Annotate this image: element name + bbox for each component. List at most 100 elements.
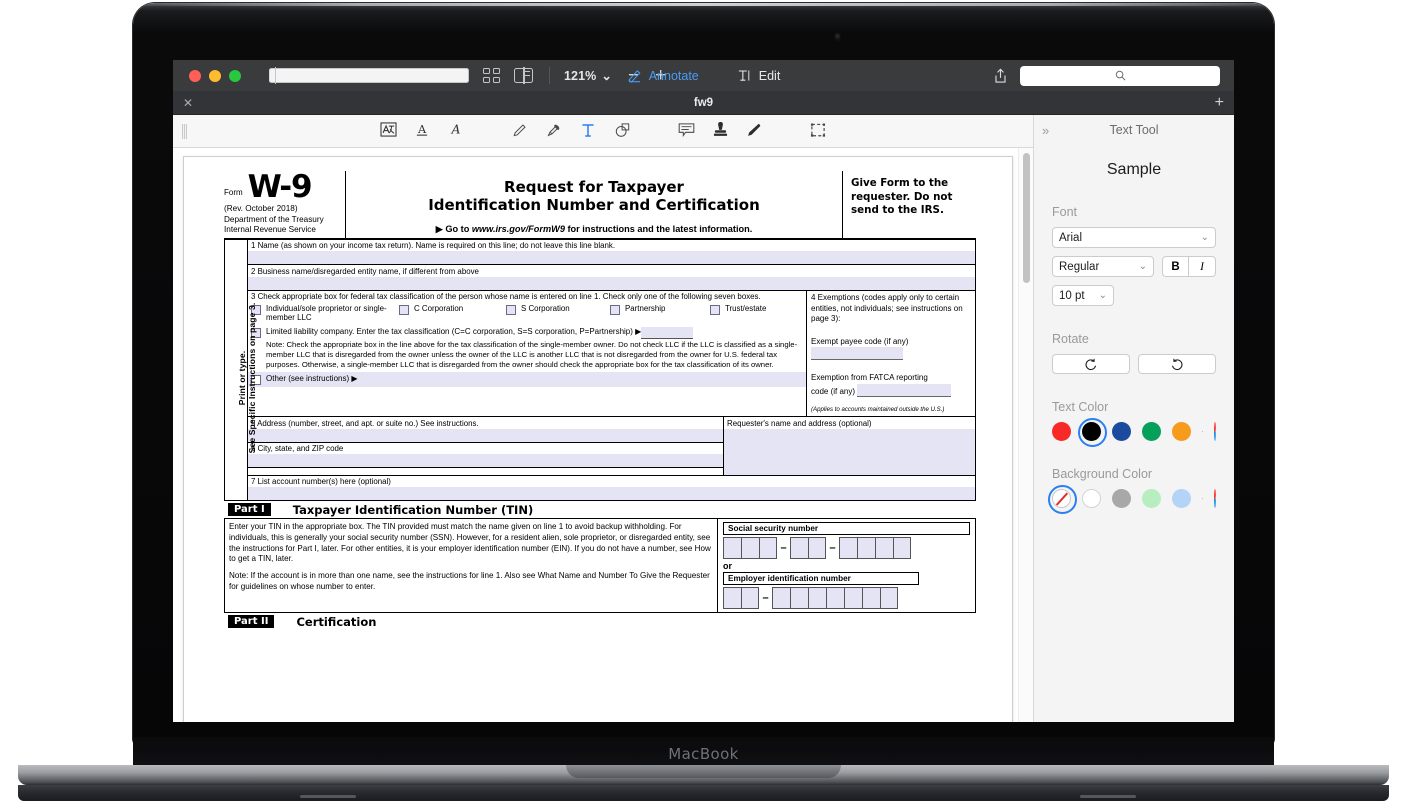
ein-digit[interactable] (862, 587, 880, 609)
ssn-digit[interactable] (723, 537, 741, 559)
search-input[interactable] (1020, 66, 1220, 86)
rotate-clockwise-button[interactable] (1138, 354, 1216, 374)
font-size-select[interactable]: 10 pt ⌄ (1052, 285, 1114, 306)
ssn-digit[interactable] (839, 537, 857, 559)
exempt-payee-input[interactable] (811, 347, 903, 360)
no-color-icon (1052, 489, 1071, 508)
share-icon[interactable] (993, 68, 1008, 84)
tab-title[interactable]: fw9 (173, 97, 1234, 109)
swatch-connector (1202, 498, 1203, 499)
ein-digit[interactable] (772, 587, 790, 609)
checkbox-trust-estate[interactable] (710, 305, 720, 315)
text-color-custom-wheel-icon[interactable] (1214, 422, 1216, 441)
shapes-icon[interactable] (605, 122, 639, 141)
minimize-window-button[interactable] (209, 70, 221, 82)
chevron-down-icon: ⌄ (1099, 290, 1107, 301)
pencil-icon[interactable] (503, 122, 537, 141)
document-scrollbar[interactable] (1018, 148, 1033, 722)
form-dept-line2: Internal Revenue Service (224, 225, 341, 236)
font-family-select[interactable]: Arial ⌄ (1052, 227, 1216, 248)
ein-digit[interactable] (808, 587, 826, 609)
font-style-row: Regular ⌄ B I (1052, 256, 1216, 277)
text-color-green[interactable] (1142, 422, 1161, 441)
document-scroll-area[interactable]: Form W-9 (Rev. October 2018) Department … (173, 148, 1033, 722)
ein-digit[interactable] (741, 587, 759, 609)
side-note-1: Print or type. (237, 351, 247, 405)
text-color-blue[interactable] (1112, 422, 1131, 441)
text-color-orange[interactable] (1172, 422, 1191, 441)
ssn-digit[interactable] (759, 537, 777, 559)
zoom-level-dropdown[interactable]: 121%⌄ (564, 68, 612, 83)
underline-text-icon[interactable]: A (405, 122, 439, 140)
close-window-button[interactable] (189, 70, 201, 82)
line5-input[interactable] (248, 429, 723, 442)
ssn-digit[interactable] (857, 537, 875, 559)
fatca-label-2: code (if any) (811, 387, 855, 396)
ocr-text-recognition-icon[interactable] (371, 122, 405, 140)
signature-pen-icon[interactable] (737, 122, 771, 141)
highlighter-icon[interactable] (537, 122, 571, 141)
stamp-icon[interactable] (703, 122, 737, 141)
note-comment-icon[interactable] (669, 122, 703, 140)
ssn-digit[interactable] (741, 537, 759, 559)
form-word-label: Form (224, 188, 243, 202)
ein-digit[interactable] (790, 587, 808, 609)
text-color-section-label: Text Color (1052, 400, 1234, 414)
sidebar-icon[interactable] (269, 68, 469, 83)
text-tool-icon[interactable] (571, 122, 605, 141)
ein-boxes[interactable]: – (723, 587, 970, 609)
scrollbar-thumb[interactable] (1023, 153, 1030, 283)
ssn-digit[interactable] (808, 537, 826, 559)
ein-digit[interactable] (723, 587, 741, 609)
background-color-gray[interactable] (1112, 489, 1131, 508)
requester-input[interactable] (724, 429, 975, 475)
annotate-mode-button[interactable]: Annotate (627, 68, 699, 83)
fatca-code-row: code (if any) (811, 384, 971, 398)
form-body: Print or type. See Specific Instructions… (224, 240, 976, 500)
rotate-counterclockwise-button[interactable] (1052, 354, 1130, 374)
font-size-row: 10 pt ⌄ (1052, 285, 1216, 306)
text-cursor-icon (737, 68, 752, 83)
background-color-custom-wheel-icon[interactable] (1214, 489, 1216, 508)
background-color-none-selected[interactable] (1052, 489, 1071, 508)
italic-text-icon[interactable]: A (439, 122, 473, 140)
bold-button[interactable]: B (1162, 256, 1189, 277)
ein-digit[interactable] (880, 587, 898, 609)
ssn-boxes[interactable]: – – (723, 537, 970, 559)
background-color-light-blue[interactable] (1172, 489, 1191, 508)
text-color-black-selected[interactable] (1082, 422, 1101, 441)
font-style-select[interactable]: Regular ⌄ (1052, 256, 1154, 277)
crop-selection-icon[interactable] (801, 122, 835, 141)
background-color-light-green[interactable] (1142, 489, 1161, 508)
edit-mode-button[interactable]: Edit (737, 68, 781, 83)
pdf-page[interactable]: Form W-9 (Rev. October 2018) Department … (183, 156, 1013, 722)
text-color-red[interactable] (1052, 422, 1071, 441)
fatca-code-input[interactable] (857, 384, 951, 397)
llc-classification-input[interactable] (641, 327, 693, 339)
checkbox-s-corporation[interactable] (506, 305, 516, 315)
ssn-digit[interactable] (893, 537, 911, 559)
annotate-label: Annotate (649, 69, 699, 83)
maximize-window-button[interactable] (229, 70, 241, 82)
ein-dash: – (759, 592, 772, 604)
rotate-buttons-row (1052, 354, 1216, 374)
italic-button[interactable]: I (1189, 256, 1216, 277)
ssn-digit[interactable] (875, 537, 893, 559)
ssn-dash: – (826, 542, 839, 554)
checkbox-c-corporation[interactable] (399, 305, 409, 315)
two-page-view-icon[interactable] (514, 68, 533, 83)
rotate-cw-icon (1170, 358, 1184, 371)
collapse-sidebar-button[interactable]: » (1042, 123, 1049, 138)
ein-digit[interactable] (844, 587, 862, 609)
checkbox-partnership[interactable] (610, 305, 620, 315)
macbook-brand-label: MacBook (133, 745, 1274, 763)
background-color-white[interactable] (1082, 489, 1101, 508)
ssn-digit[interactable] (790, 537, 808, 559)
ein-digit[interactable] (826, 587, 844, 609)
line6-input[interactable] (248, 454, 723, 467)
line5-label: 5 Address (number, street, and apt. or s… (248, 417, 723, 429)
line7-input[interactable] (248, 487, 975, 500)
line1-input[interactable] (248, 251, 975, 264)
grid-view-icon[interactable] (483, 68, 500, 83)
line2-input[interactable] (248, 277, 975, 290)
